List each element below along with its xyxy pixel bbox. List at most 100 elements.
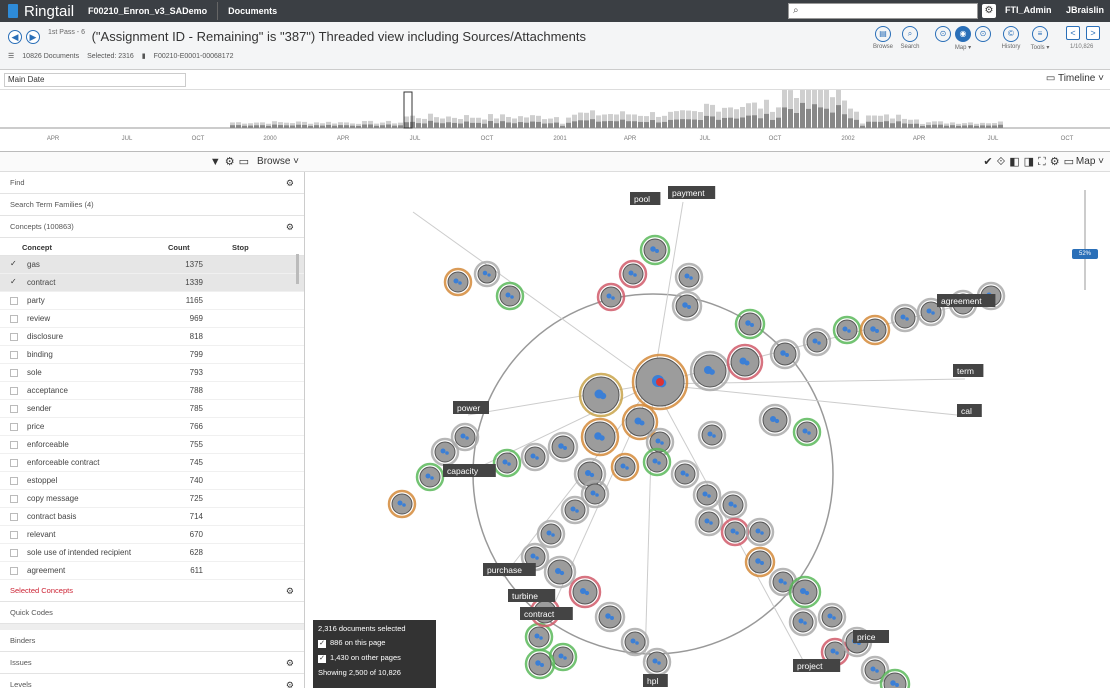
cluster-docs-dot[interactable]: [563, 446, 567, 450]
cluster-docs-dot[interactable]: [575, 509, 579, 513]
cluster-docs-dot[interactable]: [870, 326, 876, 332]
cluster-docs-dot[interactable]: [655, 249, 659, 253]
cluster-docs-dot[interactable]: [707, 431, 713, 437]
cluster-docs-dot[interactable]: [832, 616, 836, 620]
concept-row[interactable]: sole 793: [0, 364, 304, 382]
cluster-docs-dot[interactable]: [804, 590, 810, 596]
cluster-docs-dot[interactable]: [635, 641, 639, 645]
ringtail-logo[interactable]: Ringtail: [0, 3, 74, 20]
cluster-docs-dot[interactable]: [803, 621, 807, 625]
cluster-docs-dot[interactable]: [847, 329, 851, 333]
timeline-menu[interactable]: ▭ Timeline ˅: [1046, 73, 1104, 84]
cluster-docs-dot[interactable]: [611, 296, 615, 300]
concept-row[interactable]: ✓ contract 1339: [0, 274, 304, 292]
cluster-docs-dot[interactable]: [750, 323, 754, 327]
cluster-docs-dot[interactable]: [540, 663, 544, 667]
cluster-docs-dot[interactable]: [534, 633, 540, 639]
cluster-docs-dot[interactable]: [807, 431, 811, 435]
cluster-docs-dot[interactable]: [870, 666, 876, 672]
cluster-docs-dot[interactable]: [905, 317, 909, 321]
cluster-docs-dot[interactable]: [539, 636, 543, 640]
concepts-scrollbar[interactable]: [296, 254, 299, 284]
cluster-docs-dot[interactable]: [657, 461, 661, 465]
cluster-docs-dot[interactable]: [760, 561, 764, 565]
cluster-docs-dot[interactable]: [783, 581, 787, 585]
levels-section[interactable]: Levels ⚙: [0, 674, 304, 688]
cluster-docs-dot[interactable]: [760, 531, 764, 535]
concept-row[interactable]: ✓ gas 1375: [0, 256, 304, 274]
concept-row[interactable]: disclosure 818: [0, 328, 304, 346]
cluster-docs-dot[interactable]: [895, 683, 899, 687]
col-concept[interactable]: Concept: [22, 243, 52, 252]
cluster-selected-dot[interactable]: [656, 378, 664, 386]
cluster-docs-dot[interactable]: [704, 518, 710, 524]
global-search-input[interactable]: ⌕: [788, 3, 978, 19]
back-arrow-icon[interactable]: ◀: [8, 30, 22, 44]
forward-arrow-icon[interactable]: ▶: [26, 30, 40, 44]
cluster-docs-dot[interactable]: [785, 353, 789, 357]
settings-gear-icon[interactable]: ⚙: [982, 4, 996, 18]
cluster-docs-dot[interactable]: [728, 501, 734, 507]
tool-button-5[interactable]: © History: [996, 26, 1026, 50]
concept-row[interactable]: enforceable 755: [0, 436, 304, 454]
selection-page-row[interactable]: ✓ 886 on this page: [318, 638, 431, 648]
cluster-docs-dot[interactable]: [812, 338, 818, 344]
cluster-docs-dot[interactable]: [630, 638, 636, 644]
prev-page-icon[interactable]: <: [1066, 26, 1080, 40]
binders-section[interactable]: Binders: [0, 630, 304, 652]
cluster-docs-dot[interactable]: [425, 473, 431, 479]
cluster-docs-dot[interactable]: [639, 420, 645, 426]
concept-row[interactable]: enforceable contract 745: [0, 454, 304, 472]
col-stop[interactable]: Stop: [232, 243, 249, 252]
find-section[interactable]: Find ⚙: [0, 172, 304, 194]
cluster-docs-dot[interactable]: [685, 473, 689, 477]
date-field-select[interactable]: Main Date: [4, 73, 186, 87]
concept-checkbox[interactable]: [10, 567, 18, 575]
concept-row[interactable]: price 766: [0, 418, 304, 436]
cluster-docs-dot[interactable]: [900, 314, 906, 320]
concept-checkbox[interactable]: [10, 549, 18, 557]
concept-row[interactable]: binding 799: [0, 346, 304, 364]
cluster-docs-dot[interactable]: [535, 456, 539, 460]
module-menu[interactable]: Documents: [228, 6, 277, 16]
cluster-docs-dot[interactable]: [606, 293, 612, 299]
cluster-docs-dot[interactable]: [780, 350, 786, 356]
cluster-docs-dot[interactable]: [707, 494, 711, 498]
cluster-docs-dot[interactable]: [502, 459, 508, 465]
tool-button-4[interactable]: ⊙: [968, 26, 998, 44]
cluster-docs-dot[interactable]: [530, 553, 536, 559]
cluster-docs-dot[interactable]: [440, 448, 446, 454]
cluster-docs-dot[interactable]: [584, 590, 590, 596]
checkbox-icon[interactable]: ✓: [318, 655, 326, 663]
cluster-docs-dot[interactable]: [702, 491, 708, 497]
list-view-icon[interactable]: ☰: [8, 52, 14, 60]
cluster-docs-dot[interactable]: [733, 504, 737, 508]
cluster-docs-dot[interactable]: [655, 438, 661, 444]
cluster-docs-dot[interactable]: [744, 360, 750, 366]
cluster-docs-dot[interactable]: [709, 521, 713, 525]
cluster-docs-dot[interactable]: [774, 418, 780, 424]
map-tools-icon[interactable]: ✔⟐◧◨⛶⚙▭: [983, 155, 1078, 169]
concept-checkbox[interactable]: [10, 531, 18, 539]
cluster-docs-dot[interactable]: [835, 651, 839, 655]
cluster-docs-dot[interactable]: [680, 470, 686, 476]
cluster-docs-dot[interactable]: [430, 476, 434, 480]
concept-checkbox[interactable]: [10, 405, 18, 413]
cluster-docs-dot[interactable]: [453, 278, 459, 284]
cluster-docs-dot[interactable]: [599, 435, 605, 441]
concept-checkbox[interactable]: ✓: [10, 278, 18, 287]
current-doc-id[interactable]: F00210-E0001-00068172: [154, 53, 234, 60]
cluster-docs-dot[interactable]: [590, 490, 596, 496]
cluster-docs-dot[interactable]: [798, 618, 804, 624]
selection-other-row[interactable]: ✓ 1,430 on other pages: [318, 653, 431, 663]
tool-button-6[interactable]: ≡ Tools ▾: [1025, 26, 1055, 51]
concept-row[interactable]: agreement 611: [0, 562, 304, 580]
concept-checkbox[interactable]: [10, 477, 18, 485]
cluster-docs-dot[interactable]: [684, 273, 690, 279]
cluster-docs-dot[interactable]: [745, 320, 751, 326]
quick-codes-section[interactable]: Quick Codes: [0, 602, 304, 624]
zoom-slider-handle[interactable]: 52%: [1072, 249, 1098, 259]
cluster-docs-dot[interactable]: [931, 311, 935, 315]
cluster-docs-dot[interactable]: [551, 533, 555, 537]
cluster-docs-dot[interactable]: [778, 578, 784, 584]
